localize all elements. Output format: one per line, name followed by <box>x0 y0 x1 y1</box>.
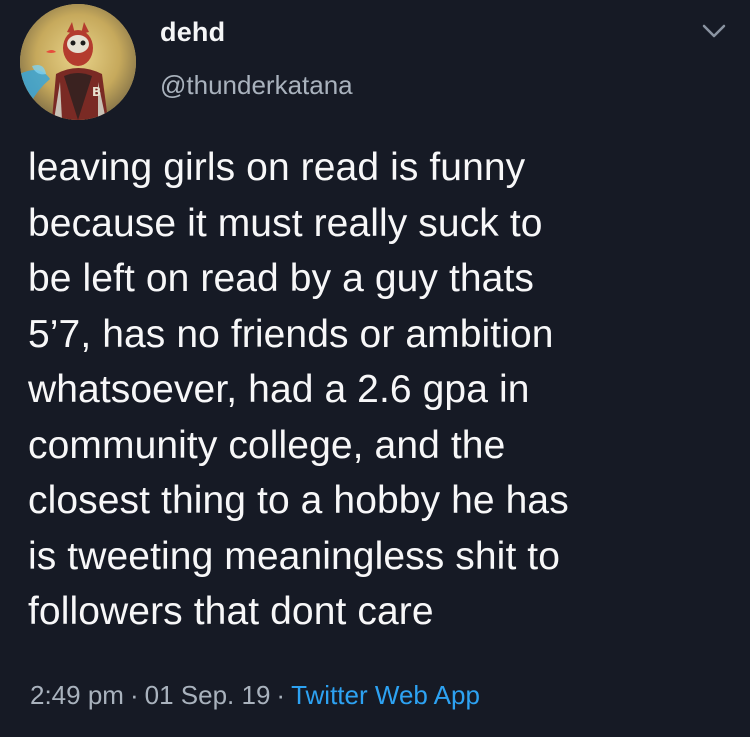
tweet-meta: 2:49 pm · 01 Sep. 19 · Twitter Web App <box>30 680 480 711</box>
user-handle[interactable]: @thunderkatana <box>160 70 353 101</box>
tweet-time[interactable]: 2:49 pm <box>30 680 124 710</box>
avatar-jersey-letter: B <box>92 85 101 99</box>
meta-separator: · <box>129 680 139 710</box>
tweet-source-link[interactable]: Twitter Web App <box>291 680 480 710</box>
chevron-down-icon <box>702 24 726 38</box>
display-name[interactable]: dehd <box>160 17 225 48</box>
meta-separator: · <box>276 680 286 710</box>
tweet-options-button[interactable] <box>701 20 727 42</box>
tweet-date[interactable]: 01 Sep. 19 <box>145 680 271 710</box>
avatar-illustration-icon: B <box>20 4 136 120</box>
avatar[interactable]: B <box>20 4 136 120</box>
tweet-card: B dehd @thunderkatana leaving girls on r… <box>0 0 750 737</box>
tweet-text: leaving girls on read is funny because i… <box>28 146 569 633</box>
